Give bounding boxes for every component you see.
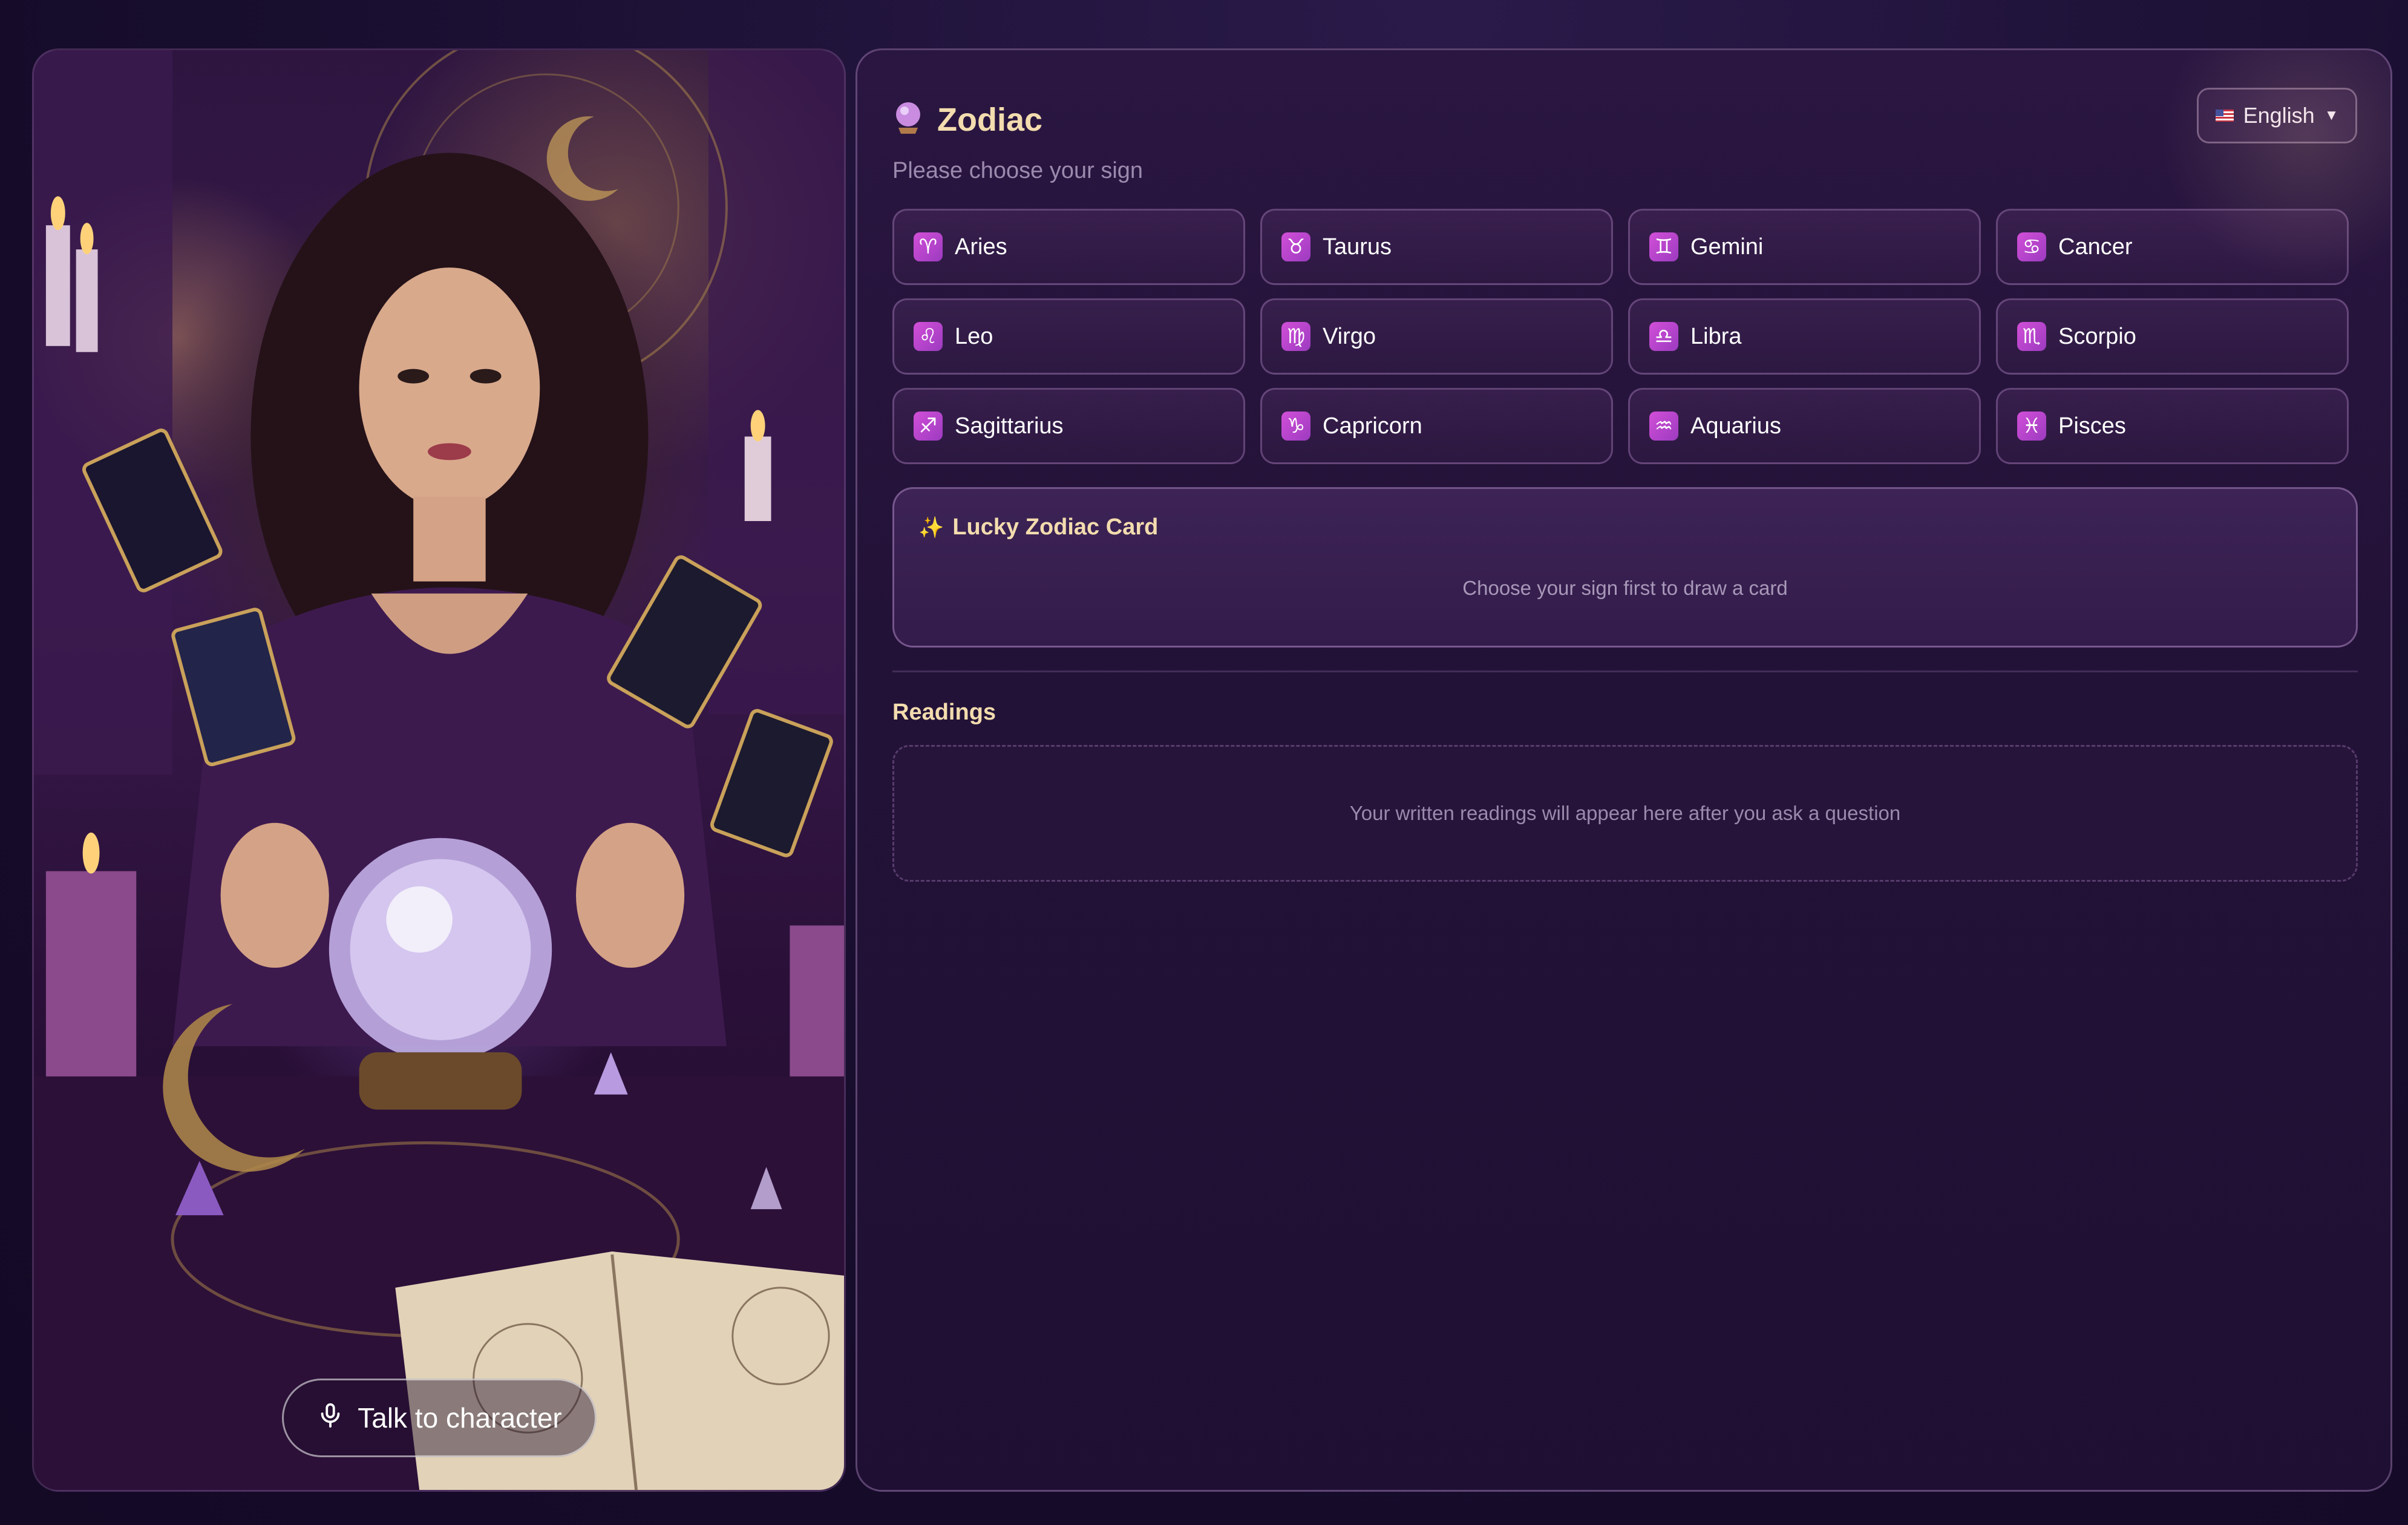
sign-label: Aries [955, 234, 1007, 260]
sign-button-cancer[interactable]: ♋ Cancer [1996, 209, 2349, 285]
section-divider [892, 671, 2358, 672]
cancer-icon: ♋ [2017, 232, 2046, 261]
language-value: English [2243, 103, 2315, 128]
chevron-down-icon: ▼ [2324, 107, 2339, 123]
gemini-icon: ♊ [1649, 232, 1678, 261]
sign-button-leo[interactable]: ♌ Leo [892, 298, 1245, 375]
page-subtitle: Please choose your sign [892, 158, 1143, 183]
readings-title: Readings [892, 700, 996, 725]
leo-icon: ♌ [914, 322, 943, 351]
sign-label: Taurus [1323, 234, 1392, 260]
language-select[interactable]: English ▼ [2197, 88, 2357, 143]
us-flag-icon [2215, 110, 2234, 122]
lucky-card-header: ✨ Lucky Zodiac Card [918, 514, 1158, 540]
lucky-card-message: Choose your sign first to draw a card [1462, 577, 1788, 599]
character-panel: Talk to character [32, 48, 846, 1492]
sign-label: Capricorn [1323, 413, 1422, 439]
readings-empty-message: Your written readings will appear here a… [1349, 802, 1901, 824]
sign-label: Libra [1690, 323, 1742, 349]
scorpio-icon: ♏ [2017, 322, 2046, 351]
sign-button-aquarius[interactable]: ♒ Aquarius [1628, 388, 1981, 464]
sagittarius-icon: ♐ [914, 412, 943, 441]
sign-button-virgo[interactable]: ♍ Virgo [1260, 298, 1613, 375]
sign-button-libra[interactable]: ♎ Libra [1628, 298, 1981, 375]
aquarius-icon: ♒ [1649, 412, 1678, 441]
app-header: Zodiac [892, 100, 1042, 139]
sign-label: Gemini [1690, 234, 1764, 260]
crystal-ball-icon [892, 100, 924, 139]
sign-label: Cancer [2058, 234, 2133, 260]
readings-box: Your written readings will appear here a… [892, 745, 2358, 882]
virgo-icon: ♍ [1281, 322, 1310, 351]
talk-button-label: Talk to character [358, 1402, 562, 1434]
sign-label: Pisces [2058, 413, 2126, 439]
zodiac-app-panel: Zodiac Please choose your sign English ▼… [856, 48, 2392, 1492]
sign-button-aries[interactable]: ♈ Aries [892, 209, 1245, 285]
lucky-card-title: Lucky Zodiac Card [952, 514, 1159, 540]
sign-button-sagittarius[interactable]: ♐ Sagittarius [892, 388, 1245, 464]
fortune-teller-illustration [34, 50, 844, 1490]
sign-label: Scorpio [2058, 323, 2136, 349]
sign-grid: ♈ Aries ♉ Taurus ♊ Gemini ♋ Cancer ♌ Leo ♍ Virgo ♎ Li… [892, 209, 2351, 464]
sign-label: Aquarius [1690, 413, 1781, 439]
lucky-zodiac-card: ✨ Lucky Zodiac Card Choose your sign fir… [892, 487, 2358, 648]
sign-button-gemini[interactable]: ♊ Gemini [1628, 209, 1981, 285]
sign-label: Virgo [1323, 323, 1376, 349]
sign-label: Leo [955, 323, 993, 349]
sparkle-icon: ✨ [918, 515, 944, 540]
sign-button-pisces[interactable]: ♓ Pisces [1996, 388, 2349, 464]
aries-icon: ♈ [914, 232, 943, 261]
sign-label: Sagittarius [955, 413, 1064, 439]
capricorn-icon: ♑ [1281, 412, 1310, 441]
talk-to-character-button[interactable]: Talk to character [282, 1379, 597, 1457]
taurus-icon: ♉ [1281, 232, 1310, 261]
sign-button-capricorn[interactable]: ♑ Capricorn [1260, 388, 1613, 464]
libra-icon: ♎ [1649, 322, 1678, 351]
sign-button-scorpio[interactable]: ♏ Scorpio [1996, 298, 2349, 375]
pisces-icon: ♓ [2017, 412, 2046, 441]
sign-button-taurus[interactable]: ♉ Taurus [1260, 209, 1613, 285]
app-title: Zodiac [937, 101, 1043, 138]
microphone-icon [316, 1401, 344, 1435]
